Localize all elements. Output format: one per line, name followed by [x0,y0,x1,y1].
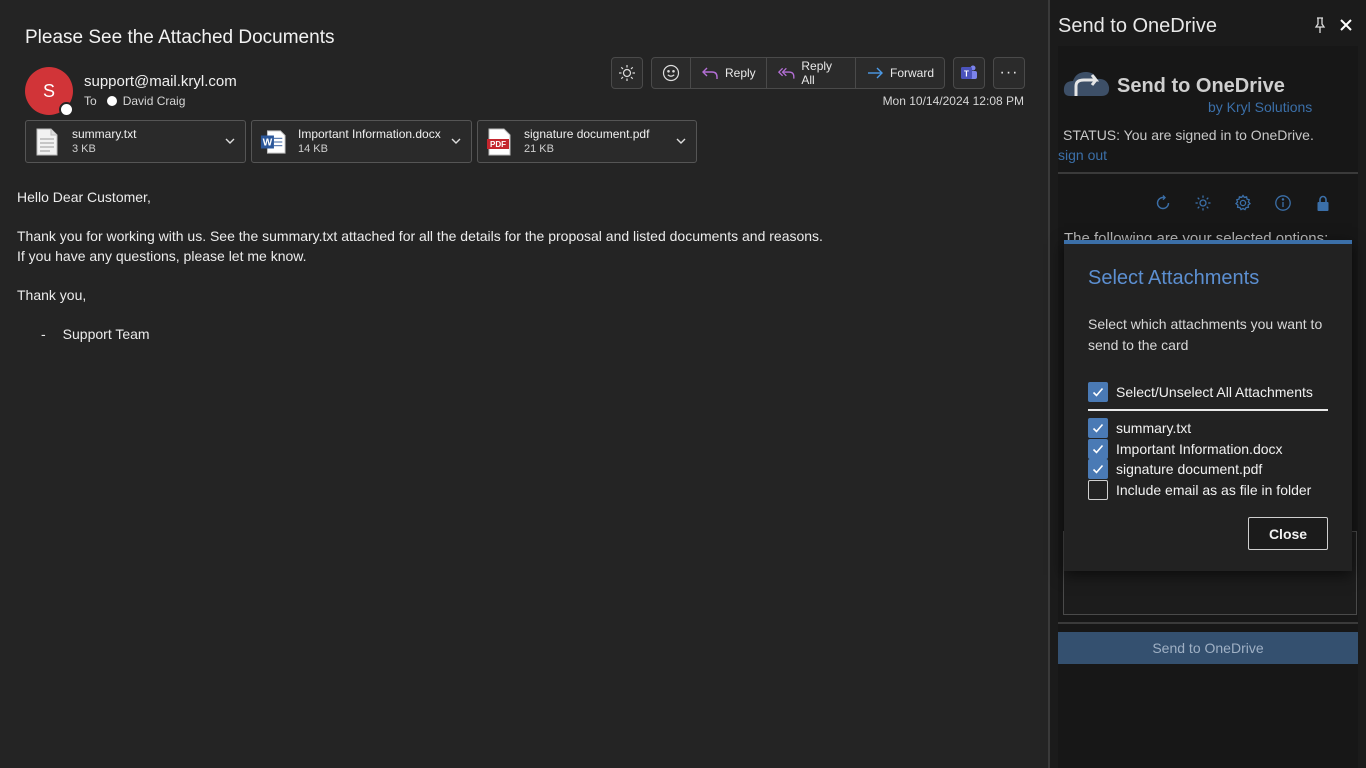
select-all-label: Select/Unselect All Attachments [1116,384,1313,400]
divider [1058,172,1358,174]
info-icon[interactable] [1274,194,1292,212]
email-closing: Thank you, [17,286,87,303]
onedrive-logo-icon [1063,72,1110,96]
chevron-down-icon[interactable] [223,134,237,148]
more-icon: ··· [999,64,1019,81]
send-to-onedrive-button[interactable]: Send to OneDrive [1058,632,1358,664]
signature-name: Support Team [62,325,150,342]
select-attachments-dialog: Select Attachments Select which attachme… [1064,240,1352,571]
reply-label: Reply [725,66,756,80]
reply-icon [702,67,718,79]
to-label: To [84,94,97,108]
forward-label: Forward [889,66,934,80]
message-actions-group: Reply Reply All Forward [651,57,945,89]
emoji-icon [662,64,680,82]
email-signature: - Support Team [17,325,823,345]
chevron-down-icon[interactable] [674,134,688,148]
attachment-checkbox-label: summary.txt [1116,420,1192,436]
reply-all-icon [777,67,795,79]
checkmark-icon [1092,387,1104,397]
sun-icon [619,65,635,81]
attachment-checkbox-row[interactable]: Important Information.docx [1088,439,1283,459]
email-reading-pane: Please See the Attached Documents S supp… [0,0,1049,768]
svg-text:PDF: PDF [490,140,506,149]
attachment-name: summary.txt [72,126,137,141]
reply-button[interactable]: Reply [691,58,767,88]
pdf-file-icon: PDF [486,127,512,157]
pin-icon[interactable] [1312,16,1328,34]
sun-icon[interactable] [1194,194,1212,212]
attachment-card[interactable]: summary.txt 3 KB [25,120,246,163]
include-email-label: Include email as as file in folder [1116,482,1312,498]
attachment-card[interactable]: W Important Information.docx 14 KB [251,120,472,163]
include-email-checkbox-row[interactable]: Include email as as file in folder [1088,480,1311,500]
dialog-title: Select Attachments [1088,267,1260,289]
attachment-checkbox[interactable] [1088,439,1108,459]
presence-status-icon [59,102,74,117]
attachment-checkbox-row[interactable]: summary.txt [1088,418,1191,438]
teams-icon: T [961,65,977,79]
checkmark-icon [1092,444,1104,454]
emoji-reaction-button[interactable] [652,58,691,88]
forward-button[interactable]: Forward [856,58,944,88]
svg-text:W: W [263,137,273,148]
select-all-checkbox[interactable] [1088,382,1108,402]
close-icon[interactable] [1337,16,1355,34]
email-body: Hello Dear Customer, Thank you for worki… [17,188,823,344]
attachment-checkbox[interactable] [1088,459,1108,479]
pane-title: Send to OneDrive [1058,15,1217,37]
teams-button[interactable]: T [953,57,985,89]
attachment-checkbox-row[interactable]: signature document.pdf [1088,459,1262,479]
refresh-icon[interactable] [1154,194,1172,212]
select-all-checkbox-row[interactable]: Select/Unselect All Attachments [1088,382,1313,402]
email-date: Mon 10/14/2024 12:08 PM [882,94,1024,108]
attachment-size: 14 KB [298,142,328,155]
checkmark-icon [1092,423,1104,433]
email-greeting: Hello Dear Customer, [17,189,151,205]
close-button[interactable]: Close [1248,517,1328,550]
recipient-line: To David Craig [84,94,185,108]
attachment-name: signature document.pdf [524,126,650,141]
lock-icon[interactable] [1314,194,1332,212]
attachment-size: 3 KB [72,142,96,155]
forward-icon [867,67,883,79]
addin-vendor: by Kryl Solutions [1208,99,1313,115]
attachment-checkbox-label: Important Information.docx [1116,441,1283,457]
signin-status: STATUS: You are signed in to OneDrive. [1063,127,1314,143]
word-file-icon: W [260,127,286,157]
signature-dash: - [41,325,46,342]
attachment-checkbox[interactable] [1088,418,1108,438]
divider [1088,409,1328,411]
reply-all-button[interactable]: Reply All [767,58,856,88]
svg-text:T: T [964,70,969,79]
recipient-name[interactable]: David Craig [123,94,186,108]
email-body-line: Thank you for working with us. See the s… [17,228,823,244]
attachment-card[interactable]: PDF signature document.pdf 21 KB [477,120,697,163]
light-mode-button[interactable] [611,57,643,89]
more-actions-button[interactable]: ··· [993,57,1025,89]
avatar-initial: S [42,80,55,101]
dialog-description: Select which attachments you want to sen… [1088,316,1323,353]
recipient-presence-icon [106,96,117,106]
addin-title: Send to OneDrive [1117,75,1285,97]
email-subject: Please See the Attached Documents [25,27,335,48]
gear-icon[interactable] [1234,194,1252,212]
checkmark-icon [1092,464,1104,474]
attachment-name: Important Information.docx [298,126,441,141]
email-body-line: If you have any questions, please let me… [17,247,307,264]
attachment-checkbox-label: signature document.pdf [1116,461,1263,477]
sender-address[interactable]: support@mail.kryl.com [84,73,237,90]
attachment-size: 21 KB [524,142,554,155]
reply-all-label: Reply All [801,59,833,87]
include-email-checkbox[interactable] [1088,480,1108,500]
text-file-icon [34,127,60,157]
chevron-down-icon[interactable] [449,134,463,148]
sign-out-link[interactable]: sign out [1058,147,1107,163]
divider [1058,622,1358,624]
